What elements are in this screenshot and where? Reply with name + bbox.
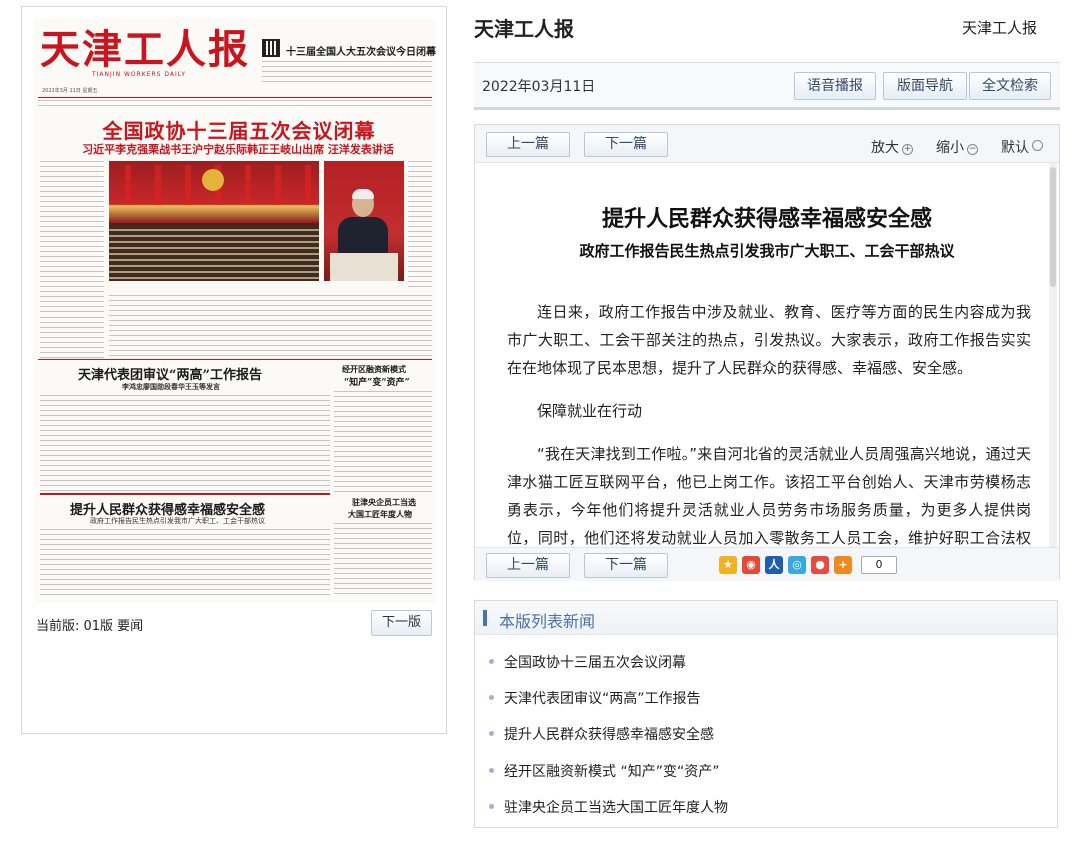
qzone-icon[interactable]: ★: [719, 556, 737, 574]
paper-story-subtitle: 大国工匠年度人物: [348, 509, 412, 519]
divider: [38, 97, 432, 98]
paper-text-block: [40, 317, 104, 361]
list-item[interactable]: 全国政协十三届五次会议闭幕: [489, 652, 686, 672]
current-page-label: 当前版: 01版 要闻: [36, 619, 144, 634]
list-item[interactable]: 经开区融资新模式 “知产”变“资产”: [489, 761, 719, 781]
paper-story-subtitle: 政府工作报告民生热点引发我市广大职工、工会干部热议: [90, 517, 265, 525]
paper-text-block: [334, 523, 432, 597]
kaixin-icon[interactable]: ◎: [788, 556, 806, 574]
conference-hall-photo: [109, 161, 319, 281]
zoom-default-button[interactable]: 默认: [1001, 137, 1043, 157]
article-nav-top: 上一篇 下一篇 放大 + 缩小 − 默认: [475, 125, 1059, 163]
paper-text-block: [109, 295, 432, 357]
paper-story-title[interactable]: 天津代表团审议“两高”工作报告: [78, 364, 262, 383]
divider: [40, 493, 330, 495]
paper-text-block: [40, 161, 104, 313]
list-item[interactable]: 提升人民群众获得感幸福感安全感: [489, 724, 714, 744]
site-title: 天津工人报: [474, 17, 574, 41]
paper-top-promo: 十三届全国人大五次会议今日闭幕: [286, 47, 436, 58]
more-share-icon[interactable]: +: [834, 556, 852, 574]
qr-code-icon: [262, 39, 280, 57]
list-item[interactable]: 天津代表团审议“两高”工作报告: [489, 688, 701, 708]
paper-story-title[interactable]: 经开区融资新模式: [342, 364, 406, 375]
newspaper-page-image[interactable]: 天津工人报 TIANJIN WORKERS DAILY 十三届全国人大五次会议今…: [34, 19, 436, 603]
zoom-out-button[interactable]: 缩小 −: [936, 137, 978, 157]
paper-masthead-sub: TIANJIN WORKERS DAILY: [92, 71, 186, 78]
next-page-button[interactable]: 下一版: [371, 610, 432, 636]
article-nav-bottom: 上一篇 下一篇 ★ ◉ 人 ◎ ● + 0: [475, 547, 1059, 581]
section-bar-icon: [483, 610, 487, 626]
bullet-icon: [489, 659, 494, 664]
bullet-icon: [489, 804, 494, 809]
next-article-button[interactable]: 下一篇: [584, 132, 668, 157]
paper-story-subtitle: “知产”变“资产”: [344, 378, 410, 388]
prev-article-button-bottom[interactable]: 上一篇: [486, 553, 570, 578]
bullet-icon: [489, 695, 494, 700]
page-news-list: 本版列表新闻 全国政协十三届五次会议闭幕 天津代表团审议“两高”工作报告 提升人…: [474, 600, 1058, 828]
paper-text-block: [334, 391, 432, 493]
paper-text-block: [40, 529, 330, 597]
divider: [38, 359, 432, 360]
share-count: 0: [861, 556, 897, 574]
paper-text-block: [40, 395, 330, 493]
wechat-icon[interactable]: ●: [811, 556, 829, 574]
paper-lead-headline[interactable]: 全国政协十三届五次会议闭幕: [54, 115, 424, 144]
circle-icon: [1032, 140, 1043, 151]
list-item[interactable]: 驻津央企员工当选大国工匠年度人物: [489, 797, 728, 817]
paper-dateline: 2022年3月 11日 星期五: [42, 88, 98, 94]
weibo-icon[interactable]: ◉: [742, 556, 760, 574]
bullet-icon: [489, 768, 494, 773]
page-news-list-title: 本版列表新闻: [499, 612, 596, 631]
paper-text-block: [262, 61, 432, 85]
article-section-heading: 保障就业在行动: [537, 402, 643, 420]
bullet-icon: [489, 731, 494, 736]
article-panel: 上一篇 下一篇 放大 + 缩小 − 默认 提升人民群众获得感幸福感安全感 政府工作报…: [474, 124, 1060, 581]
next-article-button-bottom[interactable]: 下一篇: [584, 553, 668, 578]
renren-icon[interactable]: 人: [765, 556, 783, 574]
zoom-default-label: 默认: [1001, 140, 1029, 156]
scrollbar-thumb[interactable]: [1050, 167, 1056, 287]
article-title: 提升人民群众获得感幸福感安全感: [601, 207, 932, 232]
fulltext-search-button[interactable]: 全文检索: [969, 72, 1051, 100]
paper-text-block: [38, 100, 432, 108]
voice-broadcast-button[interactable]: 语音播报: [794, 72, 876, 100]
minus-icon: −: [967, 144, 978, 155]
paper-story-subtitle: 李鸿忠廖国勋段春华王玉等发言: [122, 382, 220, 391]
emblem-icon: [202, 169, 224, 191]
paper-lead-subheadline: 习近平李克强栗战书王沪宁赵乐际韩正王岐山出席 汪洋发表讲话: [82, 143, 394, 156]
article-paragraph: 连日来，政府工作报告中涉及就业、教育、医疗等方面的民生内容成为我市广大职工、工会…: [507, 303, 1031, 377]
paper-text-block: [408, 161, 432, 291]
prev-article-button[interactable]: 上一篇: [486, 132, 570, 157]
speaker-photo: [324, 161, 404, 281]
zoom-in-button[interactable]: 放大 +: [871, 137, 913, 157]
zoom-out-label: 缩小: [936, 140, 964, 156]
newspaper-page-frame: 天津工人报 TIANJIN WORKERS DAILY 十三届全国人大五次会议今…: [21, 6, 447, 734]
zoom-in-label: 放大: [871, 140, 899, 156]
site-title-right[interactable]: 天津工人报: [962, 17, 1037, 38]
paper-story-title[interactable]: 驻津央企员工当选: [352, 497, 416, 508]
article-scrollbar[interactable]: [1049, 163, 1057, 547]
article-subtitle: 政府工作报告民生热点引发我市广大职工、工会干部热议: [579, 242, 955, 260]
paper-masthead: 天津工人报: [40, 26, 250, 73]
page-news-list-header: 本版列表新闻: [475, 601, 1057, 635]
issue-date: 2022年03月11日: [482, 79, 596, 95]
layout-nav-button[interactable]: 版面导航: [883, 72, 967, 100]
plus-icon: +: [902, 144, 913, 155]
toolbar: 2022年03月11日 语音播报 版面导航 全文检索: [474, 62, 1060, 110]
